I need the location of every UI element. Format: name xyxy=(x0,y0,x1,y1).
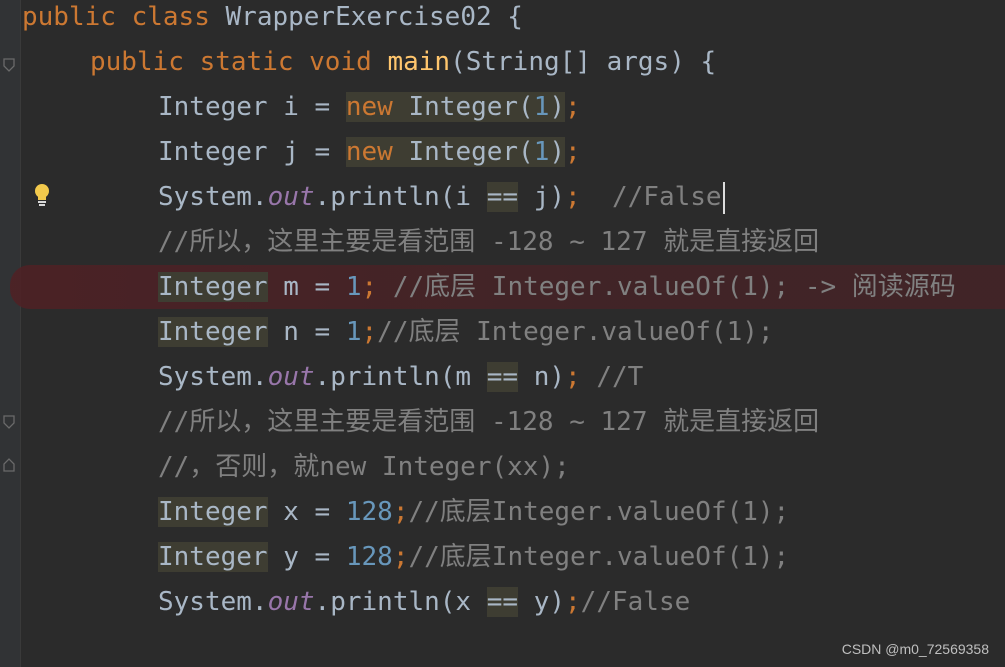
comment: //底层 Integer.valueOf(1); xyxy=(377,317,774,347)
keyword: class xyxy=(131,2,210,32)
code-text: i = xyxy=(267,92,346,122)
code-text: System. xyxy=(158,362,268,392)
code-line[interactable]: Integer m = 1; //底层 Integer.valueOf(1); … xyxy=(158,265,956,310)
text-caret xyxy=(722,181,725,214)
semicolon: ; xyxy=(565,137,581,167)
code-line[interactable]: //所以，这里主要是看范围 -128 ~ 127 就是直接返回 xyxy=(158,400,819,445)
semicolon: ; xyxy=(392,497,409,527)
class-name: WrapperExercise02 { xyxy=(209,2,523,32)
code-text: .println(m xyxy=(314,362,487,392)
comment: //所以，这里主要是看范围 -128 ~ 127 就是直接返回 xyxy=(158,227,820,257)
semicolon: ; xyxy=(361,272,378,302)
code-text: .println(x xyxy=(314,587,487,617)
comment: //False xyxy=(580,182,722,212)
code-text: ) xyxy=(549,92,566,122)
static-field: out xyxy=(267,362,315,392)
comment: //底层 Integer.valueOf(1); -> 阅读源码 xyxy=(377,272,956,302)
type-name: Integer xyxy=(158,272,268,302)
number-literal: 1 xyxy=(345,317,362,347)
semicolon: ; xyxy=(392,542,409,572)
keyword: static xyxy=(199,47,294,77)
code-line[interactable]: public static void main(String[] args) { xyxy=(90,40,716,85)
operator: == xyxy=(486,362,519,392)
code-line[interactable]: //，否则，就new Integer(xx); xyxy=(158,445,570,490)
comment: //，否则，就new Integer(xx); xyxy=(158,452,570,482)
semicolon: ; xyxy=(565,182,581,212)
comment: //底层Integer.valueOf(1); xyxy=(408,542,790,572)
code-text: Integer( xyxy=(392,137,534,167)
static-field: out xyxy=(267,182,315,212)
code-editor[interactable]: public class WrapperExercise02 { public … xyxy=(0,0,1005,667)
code-line[interactable]: System.out.println(x == y);//False xyxy=(158,580,690,625)
number-literal: 1 xyxy=(533,137,550,167)
keyword: new xyxy=(345,92,393,122)
code-line[interactable]: public class WrapperExercise02 { xyxy=(22,0,523,40)
type-name: Integer xyxy=(158,542,268,572)
code-text: .println(i xyxy=(314,182,487,212)
operator: == xyxy=(486,587,519,617)
fold-marker-icon[interactable] xyxy=(2,458,16,472)
type-name: Integer xyxy=(158,317,268,347)
semicolon: ; xyxy=(565,587,581,617)
fold-marker-icon[interactable] xyxy=(2,415,16,429)
code-text: m = xyxy=(267,272,346,302)
comment: //False xyxy=(580,587,691,617)
type-name: Integer xyxy=(158,137,268,167)
operator: == xyxy=(486,182,519,212)
semicolon: ; xyxy=(565,92,581,122)
code-text: System. xyxy=(158,182,268,212)
type-name: Integer xyxy=(158,92,268,122)
code-text: n = xyxy=(267,317,346,347)
code-text: Integer( xyxy=(392,92,534,122)
code-line[interactable]: System.out.println(i == j); //False xyxy=(158,175,725,220)
code-line[interactable]: Integer i = new Integer(1); xyxy=(158,85,581,130)
keyword: public xyxy=(90,47,184,77)
number-literal: 1 xyxy=(345,272,362,302)
code-text: ) xyxy=(549,137,566,167)
code-line[interactable]: System.out.println(m == n); //T xyxy=(158,355,643,400)
semicolon: ; xyxy=(361,317,378,347)
code-text: y = xyxy=(267,542,346,572)
code-line[interactable]: Integer j = new Integer(1); xyxy=(158,130,581,175)
number-literal: 128 xyxy=(345,497,393,527)
lightbulb-icon[interactable] xyxy=(32,182,52,208)
keyword: void xyxy=(309,47,372,77)
number-literal: 1 xyxy=(533,92,550,122)
code-line[interactable]: //所以，这里主要是看范围 -128 ~ 127 就是直接返回 xyxy=(158,220,819,265)
semicolon: ; xyxy=(565,362,581,392)
static-field: out xyxy=(267,587,315,617)
method-name: main xyxy=(387,47,451,77)
code-text: j) xyxy=(518,182,566,212)
code-text: System. xyxy=(158,587,268,617)
comment: //底层Integer.valueOf(1); xyxy=(408,497,790,527)
comment: //所以，这里主要是看范围 -128 ~ 127 就是直接返回 xyxy=(158,407,820,437)
fold-marker-icon[interactable] xyxy=(2,58,16,72)
code-line[interactable]: Integer n = 1;//底层 Integer.valueOf(1); xyxy=(158,310,774,355)
watermark: CSDN @m0_72569358 xyxy=(841,641,989,657)
code-text: j = xyxy=(267,137,346,167)
code-text: n) xyxy=(518,362,566,392)
number-literal: 128 xyxy=(345,542,393,572)
keyword: new xyxy=(345,137,393,167)
code-line[interactable]: Integer x = 128;//底层Integer.valueOf(1); xyxy=(158,490,789,535)
code-text: x = xyxy=(267,497,346,527)
editor-gutter xyxy=(0,0,21,667)
keyword: public xyxy=(22,2,116,32)
comment: //T xyxy=(580,362,644,392)
type-name: Integer xyxy=(158,497,268,527)
code-line[interactable]: Integer y = 128;//底层Integer.valueOf(1); xyxy=(158,535,789,580)
method-args: (String[] args) { xyxy=(450,47,717,77)
code-text: y) xyxy=(518,587,566,617)
